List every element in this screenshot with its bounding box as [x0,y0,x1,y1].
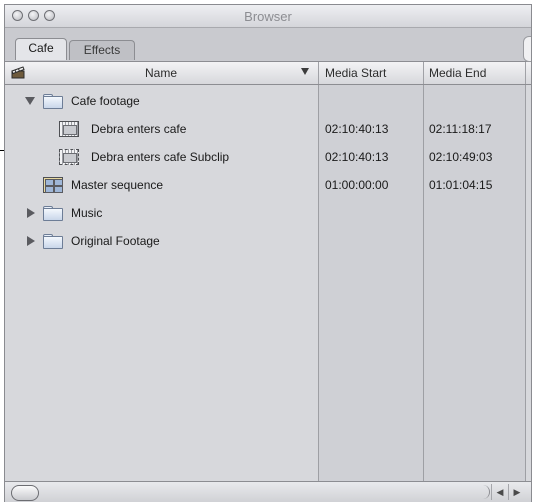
media-end-cell: 01:01:04:15 [429,178,493,192]
toolbar-toggle-knob[interactable] [523,36,531,62]
disclosure-collapsed-icon[interactable] [27,208,35,218]
item-name: Master sequence [71,178,164,192]
disclosure-collapsed-icon[interactable] [27,236,35,246]
item-name: Debra enters cafe Subclip [91,150,230,164]
column-header-name[interactable]: Name [145,62,177,84]
media-end-cell: 02:10:49:03 [429,150,493,164]
folder-icon [43,234,63,249]
column-divider[interactable] [318,62,319,84]
browser-window: Browser Cafe Effects Name Media Start Me… [4,4,532,502]
sequence-icon [43,177,63,193]
view-toggle-pill[interactable] [11,485,39,501]
list-item-music[interactable]: Music [5,200,531,227]
window-title: Browser [244,9,292,24]
folder-icon [43,206,63,221]
item-name: Cafe footage [71,94,140,108]
tab-cafe[interactable]: Cafe [15,38,67,60]
subclip-icon [59,149,79,165]
item-name: Music [71,206,103,220]
tab-bar: Cafe Effects [5,28,531,62]
clip-icon [59,121,79,137]
disclosure-expanded-icon[interactable] [25,97,35,105]
column-header-media-start[interactable]: Media Start [325,62,386,84]
media-start-cell: 01:00:00:00 [325,178,389,192]
item-name: Original Footage [71,234,160,248]
folder-icon [43,94,63,109]
column-header-media-end[interactable]: Media End [429,62,486,84]
column-divider[interactable] [423,62,424,84]
list-item-cafe-footage[interactable]: Cafe footage [5,88,531,115]
browser-list: Cafe footage Debra enters cafe 02:10:40:… [5,85,531,481]
item-name: Debra enters cafe [91,122,187,136]
media-start-cell: 02:10:40:13 [325,150,389,164]
list-item-debra-enters-cafe-subclip[interactable]: Debra enters cafe Subclip 02:10:40:13 02… [5,144,531,171]
list-item-master-sequence[interactable]: Master sequence 01:00:00:00 01:01:04:15 [5,172,531,199]
scroll-right-arrow-icon[interactable]: ▶ [508,484,525,500]
scroll-left-arrow-icon[interactable]: ◀ [491,484,508,500]
column-header: Name Media Start Media End [5,62,531,85]
media-end-cell: 02:11:18:17 [429,122,492,136]
sort-descending-icon[interactable] [301,68,309,75]
title-bar[interactable]: Browser [5,5,531,28]
scroll-track-end [475,485,490,499]
tab-effects[interactable]: Effects [69,40,135,60]
column-divider[interactable] [525,62,526,84]
list-item-debra-enters-cafe[interactable]: Debra enters cafe 02:10:40:13 02:11:18:1… [5,116,531,143]
clapperboard-icon [11,66,25,79]
list-item-original-footage[interactable]: Original Footage [5,228,531,255]
horizontal-scrollbar[interactable]: ◀ ▶ [5,481,531,502]
media-start-cell: 02:10:40:13 [325,122,389,136]
